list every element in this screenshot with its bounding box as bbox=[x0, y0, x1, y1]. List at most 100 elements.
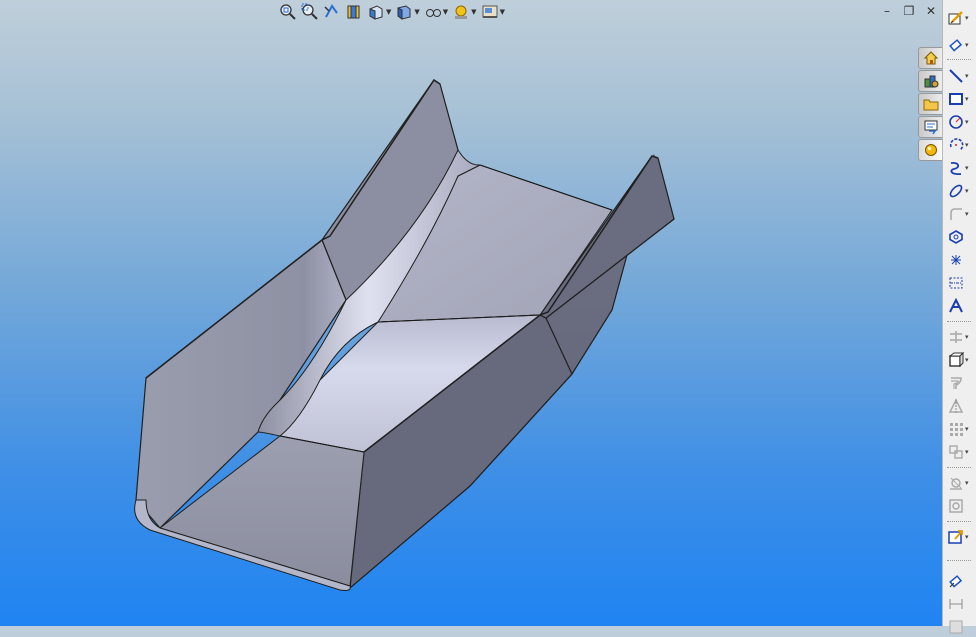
document-window-controls: – ❐ ✕ bbox=[878, 2, 940, 20]
circle-dropdown-icon: ▾ bbox=[965, 118, 969, 126]
repair-sketch-icon bbox=[949, 499, 963, 513]
zoom-to-fit-button[interactable] bbox=[278, 2, 298, 22]
display-relations-icon bbox=[950, 477, 962, 490]
line-button[interactable]: ▾ bbox=[945, 66, 975, 86]
text-button[interactable] bbox=[945, 296, 975, 316]
previous-view-icon bbox=[324, 4, 338, 18]
sheet-metal-part[interactable] bbox=[0, 0, 942, 626]
rapid-sketch-button[interactable] bbox=[945, 571, 975, 591]
arc-dropdown-icon: ▾ bbox=[965, 141, 969, 149]
toolbar-separator bbox=[947, 321, 971, 322]
repair-sketch-button[interactable] bbox=[945, 496, 975, 516]
zoom-to-area-button[interactable] bbox=[300, 2, 320, 22]
line-icon bbox=[949, 69, 963, 83]
spline-button[interactable]: ▾ bbox=[945, 158, 975, 178]
task-pane-tab-appearances[interactable] bbox=[918, 139, 942, 161]
display-relations-button[interactable]: ▾ bbox=[945, 473, 975, 493]
point-button[interactable] bbox=[945, 250, 975, 270]
ellipse-icon bbox=[949, 184, 963, 198]
view-orientation-button[interactable]: ▼ bbox=[366, 2, 392, 22]
sketch-dropdown-icon: ▾ bbox=[965, 14, 969, 22]
section-view-button[interactable] bbox=[344, 2, 364, 22]
arc-icon bbox=[949, 138, 964, 151]
task-pane-tab-file-explorer[interactable] bbox=[918, 93, 942, 115]
mirror-entities-icon bbox=[948, 398, 964, 413]
apply-scene-button[interactable]: ▼ bbox=[480, 2, 506, 22]
toolbar-separator bbox=[947, 521, 971, 522]
quick-snaps-button[interactable]: ▾ bbox=[945, 527, 975, 547]
sketch-command-toolbar: ▾ ▾ ▾ ▾ ▾ ▾ ▾ ▾ ▾ ▾ ▾ ▾ ▾ ▾ ▾ bbox=[942, 0, 976, 634]
edit-appearance-button[interactable]: ▼ bbox=[451, 2, 477, 22]
graphics-area[interactable] bbox=[0, 0, 942, 626]
offset-entities-icon bbox=[951, 377, 962, 389]
linear-pattern-icon bbox=[950, 423, 963, 436]
arc-button[interactable]: ▾ bbox=[945, 135, 975, 155]
polygon-icon bbox=[949, 230, 963, 244]
display-style-icon bbox=[397, 5, 411, 20]
move-entities-icon bbox=[949, 445, 963, 459]
ellipse-button[interactable]: ▾ bbox=[945, 181, 975, 201]
line-dropdown-icon: ▾ bbox=[965, 72, 969, 80]
instant2d-icon bbox=[949, 599, 963, 609]
circle-icon bbox=[949, 115, 963, 129]
apply-scene-dropdown-icon: ▼ bbox=[499, 8, 505, 16]
mirror-entities-button[interactable] bbox=[945, 396, 975, 416]
task-pane-tab-design-library[interactable] bbox=[918, 70, 942, 92]
close-button[interactable]: ✕ bbox=[922, 2, 940, 20]
shaded-sketch-button[interactable] bbox=[945, 617, 975, 637]
smart-dimension-button[interactable]: ▾ bbox=[945, 35, 975, 55]
trim-dropdown-icon: ▾ bbox=[965, 333, 969, 341]
edit-appearance-icon bbox=[455, 5, 468, 19]
view-orientation-icon bbox=[369, 5, 383, 20]
rectangle-icon bbox=[949, 93, 963, 105]
trim-entities-icon bbox=[950, 331, 962, 343]
quick-snaps-dropdown-icon: ▾ bbox=[965, 533, 969, 541]
appearances-icon bbox=[924, 144, 937, 156]
restore-button[interactable]: ❐ bbox=[900, 2, 918, 20]
point-icon bbox=[951, 255, 961, 265]
convert-dropdown-icon: ▾ bbox=[965, 356, 969, 364]
centerline-button[interactable] bbox=[945, 273, 975, 293]
view-palette-icon bbox=[924, 120, 937, 135]
sketch-button[interactable]: ▾ bbox=[945, 8, 975, 28]
convert-entities-icon bbox=[948, 352, 964, 368]
instant2d-button[interactable] bbox=[945, 594, 975, 614]
sketch-fillet-button[interactable]: ▾ bbox=[945, 204, 975, 224]
task-pane-tab-home[interactable] bbox=[918, 47, 942, 69]
linear-pattern-button[interactable]: ▾ bbox=[945, 419, 975, 439]
rectangle-button[interactable]: ▾ bbox=[945, 89, 975, 109]
previous-view-button[interactable] bbox=[322, 2, 342, 22]
smart-dimension-icon bbox=[949, 39, 963, 52]
move-entities-button[interactable]: ▾ bbox=[945, 442, 975, 462]
rectangle-dropdown-icon: ▾ bbox=[965, 95, 969, 103]
trim-entities-button[interactable]: ▾ bbox=[945, 327, 975, 347]
move-dropdown-icon: ▾ bbox=[965, 448, 969, 456]
toolbar-separator bbox=[947, 560, 971, 561]
file-explorer-icon bbox=[923, 99, 938, 111]
apply-scene-icon bbox=[482, 5, 498, 18]
view-orientation-dropdown-icon: ▼ bbox=[386, 8, 392, 16]
toolbar-separator bbox=[947, 467, 971, 468]
fillet-dropdown-icon: ▾ bbox=[965, 210, 969, 218]
hide-show-items-button[interactable]: ▼ bbox=[423, 2, 449, 22]
minimize-button[interactable]: – bbox=[878, 2, 896, 20]
sketch-icon bbox=[948, 11, 963, 25]
spline-icon bbox=[950, 162, 962, 176]
display-style-button[interactable]: ▼ bbox=[394, 2, 420, 22]
heads-up-view-toolbar: ▼ ▼ ▼ ▼ ▼ bbox=[278, 2, 506, 22]
smart-dimension-dropdown-icon: ▾ bbox=[965, 41, 969, 49]
convert-entities-button[interactable]: ▾ bbox=[945, 350, 975, 370]
zoom-to-area-icon bbox=[301, 3, 318, 20]
task-pane-tab-view-palette[interactable] bbox=[918, 116, 942, 138]
quick-snaps-icon bbox=[948, 530, 963, 544]
edit-appearance-dropdown-icon: ▼ bbox=[471, 8, 477, 16]
task-pane-tabs bbox=[918, 47, 942, 161]
circle-button[interactable]: ▾ bbox=[945, 112, 975, 132]
polygon-button[interactable] bbox=[945, 227, 975, 247]
display-style-dropdown-icon: ▼ bbox=[414, 8, 420, 16]
relations-dropdown-icon: ▾ bbox=[965, 479, 969, 487]
section-view-icon bbox=[347, 5, 360, 19]
offset-entities-button[interactable] bbox=[945, 373, 975, 393]
design-library-icon bbox=[924, 75, 938, 88]
shaded-sketch-icon bbox=[949, 620, 963, 634]
